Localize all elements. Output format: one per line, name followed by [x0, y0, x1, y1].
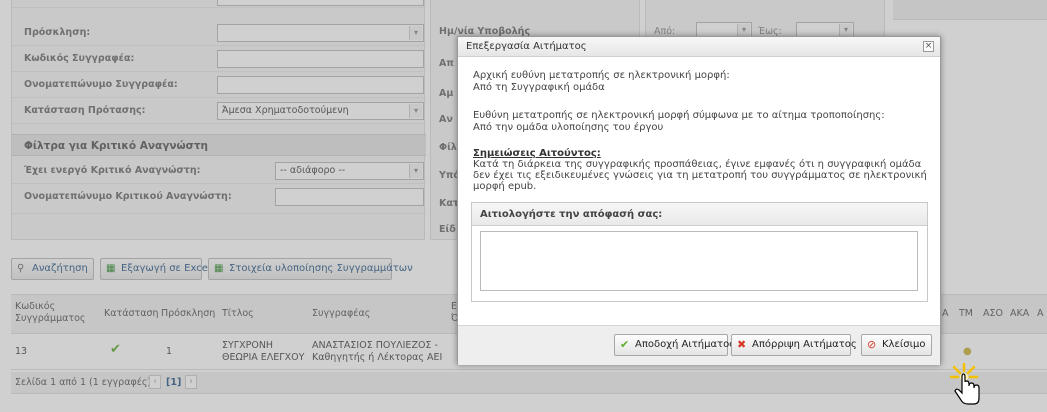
dialog-footer: ✔ Αποδοχή Αιτήματος ✖ Απόρριψη Αιτήματος…	[458, 325, 940, 365]
reason-label: Αιτιολογήστε την απόφασή σας:	[480, 209, 663, 220]
dialog-title: Επεξεργασία Αιτήματος	[466, 41, 587, 52]
check-icon: ✔	[620, 338, 630, 351]
requested-responsibility-label: Ευθύνη μετατροπής σε ηλεκτρονική μορφή σ…	[473, 110, 885, 121]
initial-responsibility-label: Αρχική ευθύνη μετατροπής σε ηλεκτρονική …	[473, 70, 730, 81]
initial-responsibility-value: Από τη Συγγραφική ομάδα	[473, 82, 605, 93]
notes-text: Κατά τη διάρκεια της συγγραφικής προσπάθ…	[473, 159, 922, 170]
hand-cursor-icon	[950, 363, 980, 405]
notes-text: δεν έχει τις εξειδικευμένες γνώσεις για …	[473, 170, 927, 181]
close-icon[interactable]: ×	[923, 41, 934, 52]
dialog-titlebar: Επεξεργασία Αιτήματος ×	[458, 37, 940, 57]
close-button[interactable]: ⊘ Κλείσιμο	[861, 334, 932, 356]
reason-textarea[interactable]	[480, 231, 918, 291]
edit-request-dialog: Επεξεργασία Αιτήματος × Αρχική ευθύνη με…	[457, 36, 941, 365]
reject-request-button[interactable]: ✖ Απόρριψη Αιτήματος	[731, 334, 857, 356]
notes-label: Σημειώσεις Αιτούντος:	[473, 148, 601, 159]
requested-responsibility-value: Από την ομάδα υλοποίησης του έργου	[473, 122, 664, 133]
reason-header: Αιτιολογήστε την απόφασή σας:	[472, 203, 927, 226]
accept-request-button[interactable]: ✔ Αποδοχή Αιτήματος	[614, 334, 735, 356]
no-entry-icon: ⊘	[867, 338, 877, 351]
reason-box: Αιτιολογήστε την απόφασή σας:	[471, 202, 928, 302]
x-icon: ✖	[737, 338, 747, 351]
notes-text: μορφή epub.	[473, 181, 537, 192]
